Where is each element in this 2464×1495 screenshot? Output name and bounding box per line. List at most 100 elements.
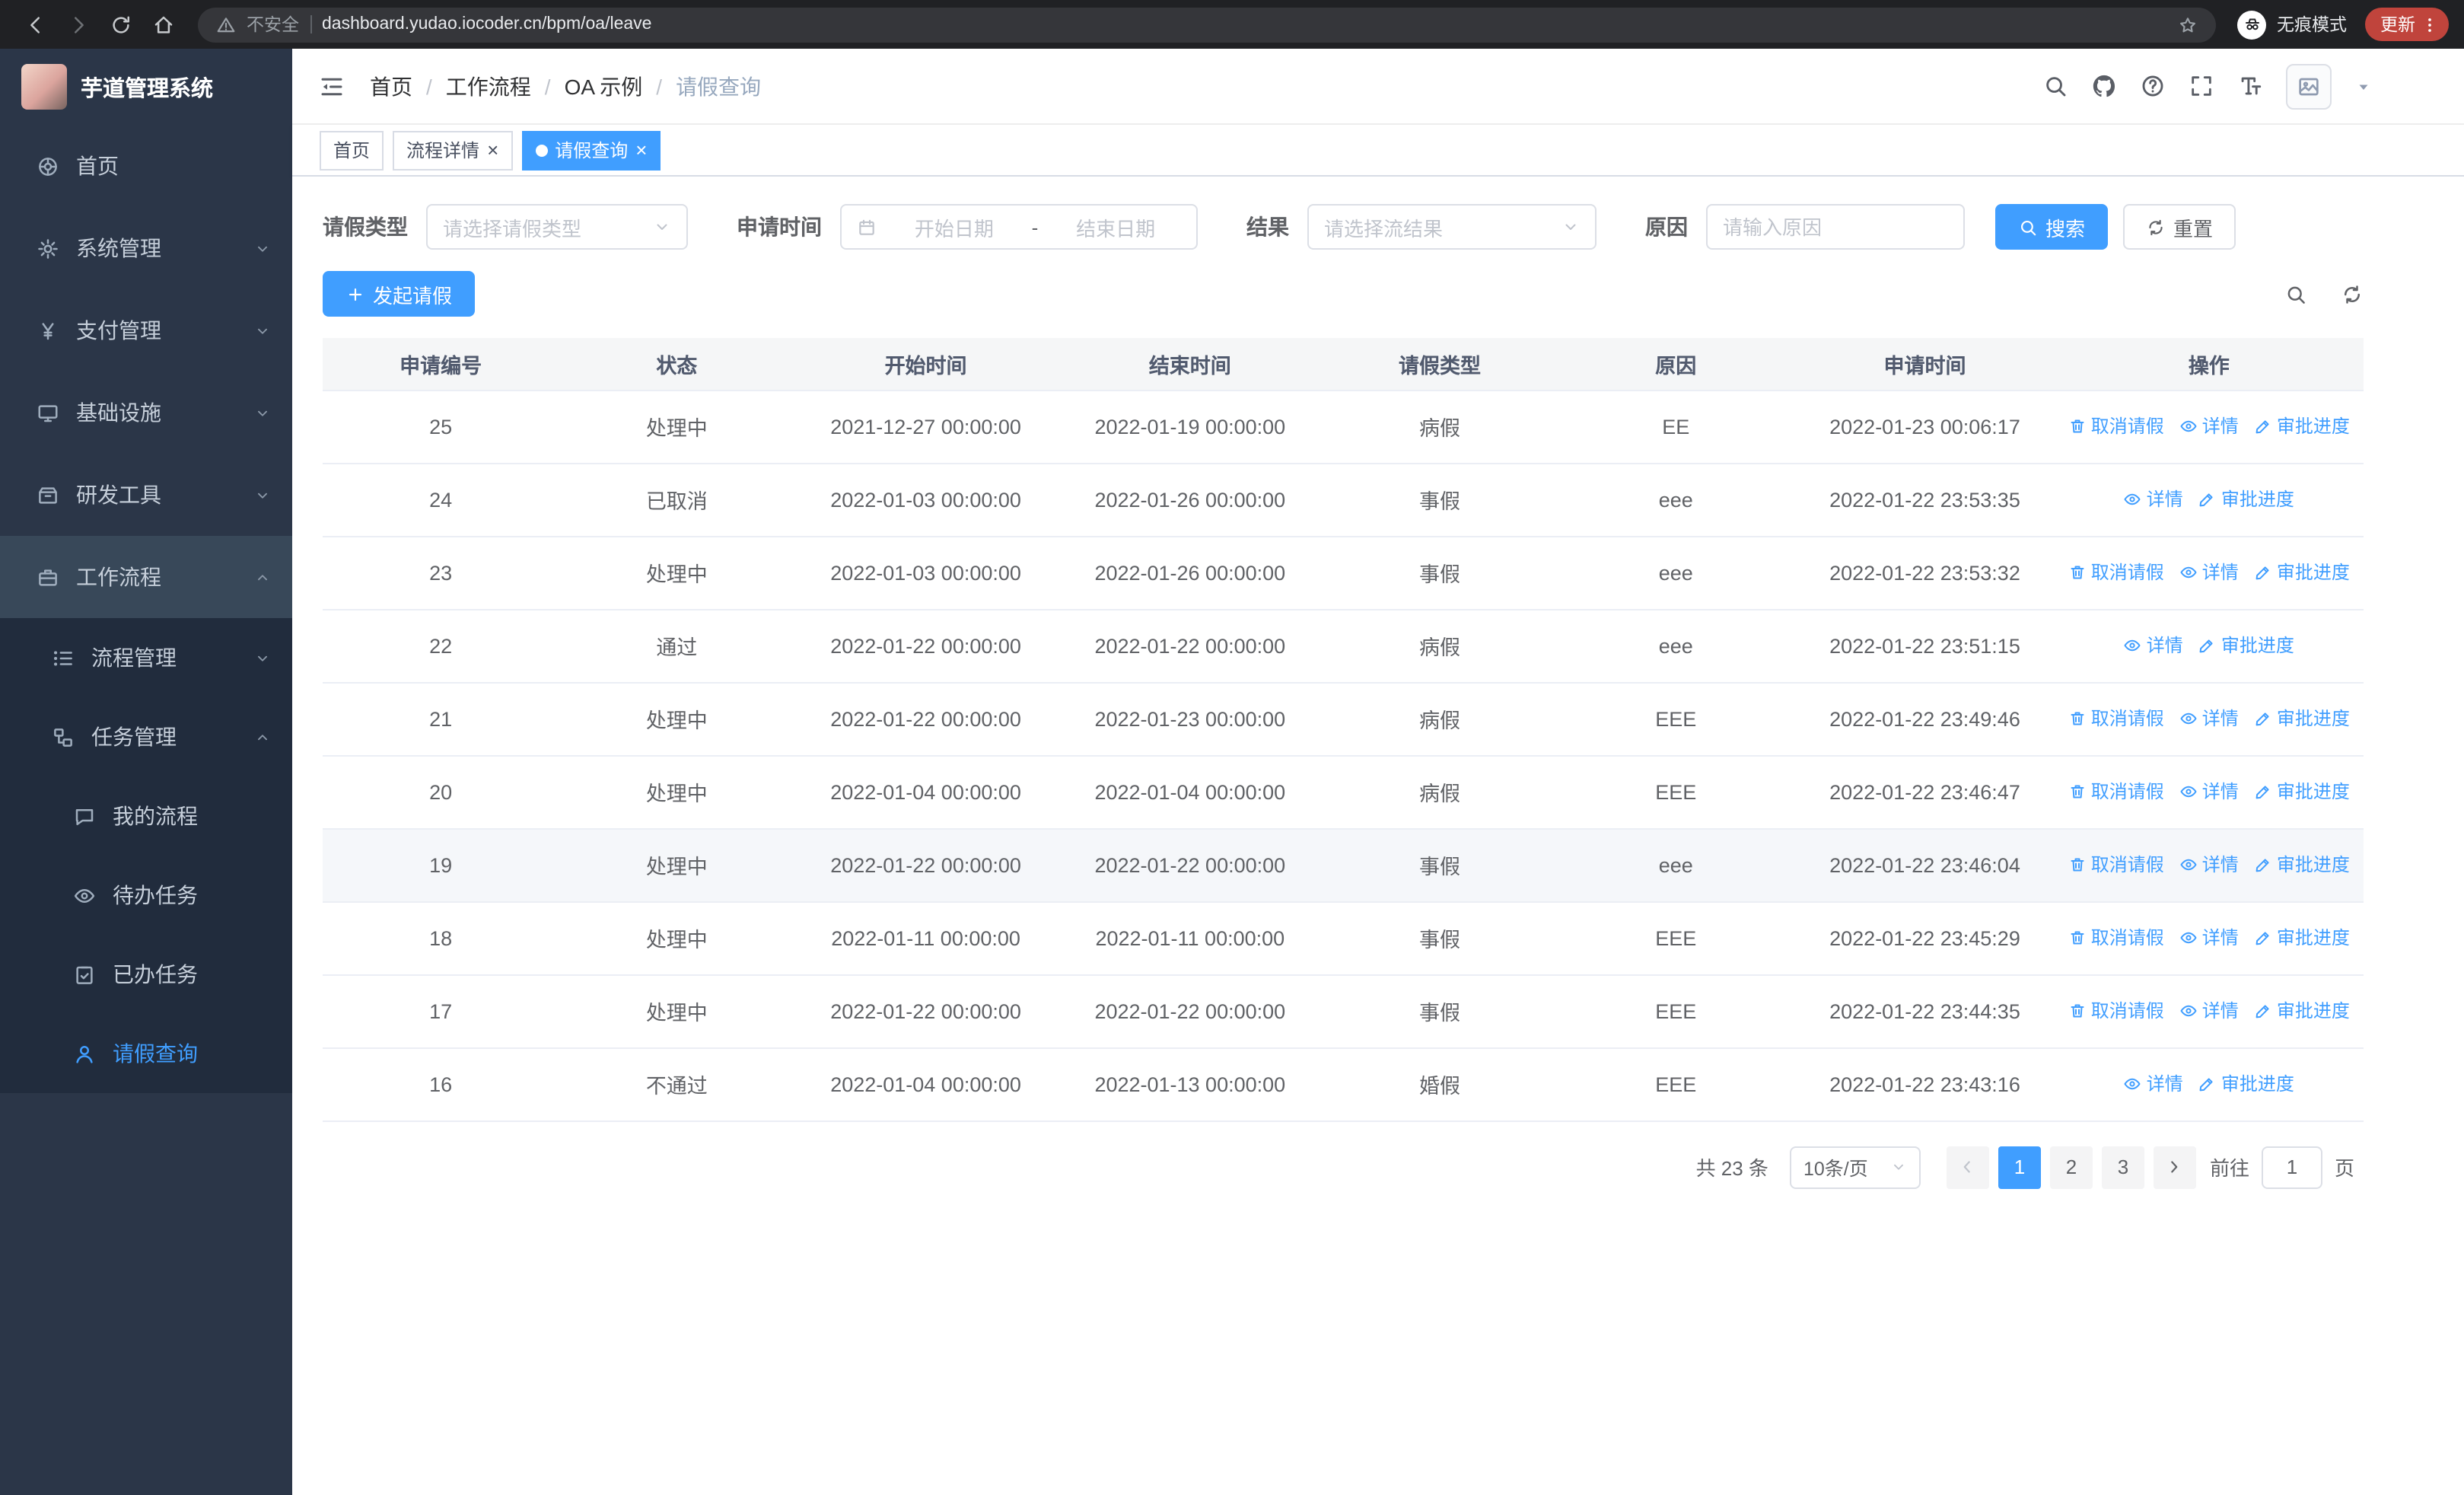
sidebar-item-task-management[interactable]: 任务管理 — [0, 697, 292, 776]
prev-page-button[interactable] — [1946, 1146, 1989, 1188]
breadcrumb-item[interactable]: 首页 — [370, 71, 412, 101]
sidebar-item-leave-query[interactable]: 请假查询 — [0, 1014, 292, 1093]
cell-type: 病假 — [1323, 390, 1557, 464]
cancel-leave-action[interactable]: 取消请假 — [2068, 998, 2164, 1024]
sidebar-item-label: 任务管理 — [91, 725, 177, 749]
not-secure-warning-icon[interactable] — [216, 14, 236, 34]
cell-actions: 取消请假 详情 审批进度 — [2054, 974, 2364, 1048]
user-menu-caret-icon[interactable] — [2354, 77, 2373, 95]
chevron-up-icon — [254, 569, 271, 585]
cell-start: 2022-01-22 00:00:00 — [794, 682, 1057, 756]
page-button-2[interactable]: 2 — [2049, 1146, 2093, 1188]
sidebar-item-label: 研发工具 — [76, 483, 161, 507]
result-select[interactable]: 请选择流结果 — [1307, 204, 1597, 250]
toggle-search-icon[interactable] — [2284, 282, 2307, 305]
detail-action[interactable]: 详情 — [2179, 779, 2239, 805]
close-icon[interactable]: × — [487, 140, 498, 160]
address-bar[interactable]: 不安全 dashboard.yudao.iocoder.cn/bpm/oa/le… — [198, 7, 2216, 42]
apply-time-range-picker[interactable]: 开始日期 - 结束日期 — [840, 204, 1198, 250]
cancel-leave-action[interactable]: 取消请假 — [2068, 852, 2164, 878]
collapse-sidebar-icon[interactable] — [318, 72, 345, 100]
forward-button[interactable] — [58, 5, 97, 44]
cell-id: 25 — [323, 390, 559, 464]
cell-status: 通过 — [559, 609, 795, 683]
approval-progress-action[interactable]: 审批进度 — [2198, 486, 2294, 512]
goto-page-input[interactable] — [2261, 1146, 2322, 1188]
reason-input[interactable] — [1706, 204, 1965, 250]
help-icon[interactable] — [2140, 73, 2166, 99]
detail-action[interactable]: 详情 — [2179, 413, 2239, 439]
cancel-leave-action[interactable]: 取消请假 — [2068, 779, 2164, 805]
cancel-leave-action[interactable]: 取消请假 — [2068, 925, 2164, 951]
user-avatar[interactable] — [2286, 63, 2332, 109]
fullscreen-icon[interactable] — [2189, 73, 2214, 99]
trash-icon — [2068, 1002, 2087, 1020]
approval-progress-action[interactable]: 审批进度 — [2254, 413, 2350, 439]
leave-type-select[interactable]: 请选择请假类型 — [426, 204, 688, 250]
update-chrome-button[interactable]: 更新 — [2365, 8, 2449, 41]
cell-id: 16 — [323, 1047, 559, 1121]
font-size-icon[interactable] — [2237, 73, 2263, 99]
detail-action[interactable]: 详情 — [2179, 706, 2239, 732]
page-button-3[interactable]: 3 — [2101, 1146, 2144, 1188]
approval-progress-action[interactable]: 审批进度 — [2254, 925, 2350, 951]
cell-start: 2022-01-04 00:00:00 — [794, 1047, 1057, 1121]
table-body: 25 处理中 2021-12-27 00:00:00 2022-01-19 00:00… — [323, 390, 2364, 1121]
cancel-leave-action[interactable]: 取消请假 — [2068, 413, 2164, 439]
bookmark-star-icon[interactable] — [2178, 14, 2198, 34]
cell-type: 事假 — [1323, 901, 1557, 975]
detail-action[interactable]: 详情 — [2179, 852, 2239, 878]
sidebar-item-home[interactable]: 首页 — [0, 125, 292, 207]
sidebar-item-workflow[interactable]: 工作流程 — [0, 536, 292, 618]
sidebar-item-done-tasks[interactable]: 已办任务 — [0, 935, 292, 1014]
sidebar-item-system[interactable]: 系统管理 — [0, 207, 292, 289]
detail-action[interactable]: 详情 — [2124, 486, 2183, 512]
approval-progress-action[interactable]: 审批进度 — [2198, 633, 2294, 658]
sidebar-item-payment[interactable]: 支付管理 — [0, 289, 292, 371]
next-page-button[interactable] — [2153, 1146, 2196, 1188]
reload-button[interactable] — [100, 5, 140, 44]
apply-time-label: 申请时间 — [737, 215, 822, 239]
page-size-select[interactable]: 10条/页 — [1789, 1146, 1921, 1188]
cell-actions: 详情 审批进度 — [2054, 609, 2364, 683]
cell-reason: eee — [1556, 536, 1796, 610]
page-button-1[interactable]: 1 — [1998, 1146, 2041, 1188]
tab-leave-query[interactable]: 请假查询 × — [521, 130, 661, 170]
sidebar-item-my-process[interactable]: 我的流程 — [0, 776, 292, 856]
trash-icon — [2068, 856, 2087, 874]
sidebar-item-todo-tasks[interactable]: 待办任务 — [0, 856, 292, 935]
tab-home[interactable]: 首页 — [320, 130, 384, 170]
approval-progress-action[interactable]: 审批进度 — [2254, 852, 2350, 878]
search-button[interactable]: 搜索 — [1995, 204, 2109, 250]
back-button[interactable] — [15, 5, 55, 44]
breadcrumb-item[interactable]: 工作流程 — [446, 71, 531, 101]
approval-progress-action[interactable]: 审批进度 — [2254, 998, 2350, 1024]
detail-action[interactable]: 详情 — [2179, 998, 2239, 1024]
cell-type: 事假 — [1323, 974, 1557, 1048]
refresh-table-icon[interactable] — [2341, 282, 2364, 305]
approval-progress-action[interactable]: 审批进度 — [2254, 706, 2350, 732]
kebab-menu-icon[interactable] — [2420, 14, 2440, 34]
tab-process-detail[interactable]: 流程详情 × — [393, 130, 513, 170]
header-search-icon[interactable] — [2042, 73, 2068, 99]
reset-button[interactable]: 重置 — [2123, 204, 2236, 250]
detail-action[interactable]: 详情 — [2179, 559, 2239, 585]
sidebar-item-dev-tools[interactable]: 研发工具 — [0, 454, 292, 536]
end-date-placeholder: 结束日期 — [1076, 217, 1156, 240]
approval-progress-action[interactable]: 审批进度 — [2198, 1071, 2294, 1097]
cancel-leave-action[interactable]: 取消请假 — [2068, 559, 2164, 585]
goto-suffix-label: 页 — [2334, 1157, 2354, 1180]
close-icon[interactable]: × — [635, 140, 647, 160]
cancel-leave-action[interactable]: 取消请假 — [2068, 706, 2164, 732]
create-leave-button[interactable]: 发起请假 — [323, 271, 476, 317]
detail-action[interactable]: 详情 — [2124, 1071, 2183, 1097]
breadcrumb-item[interactable]: OA 示例 — [565, 71, 643, 101]
browser-home-button[interactable] — [143, 5, 183, 44]
github-icon[interactable] — [2091, 73, 2117, 99]
approval-progress-action[interactable]: 审批进度 — [2254, 779, 2350, 805]
sidebar-item-process-management[interactable]: 流程管理 — [0, 618, 292, 697]
detail-action[interactable]: 详情 — [2179, 925, 2239, 951]
sidebar-item-infrastructure[interactable]: 基础设施 — [0, 371, 292, 454]
detail-action[interactable]: 详情 — [2124, 633, 2183, 658]
approval-progress-action[interactable]: 审批进度 — [2254, 559, 2350, 585]
